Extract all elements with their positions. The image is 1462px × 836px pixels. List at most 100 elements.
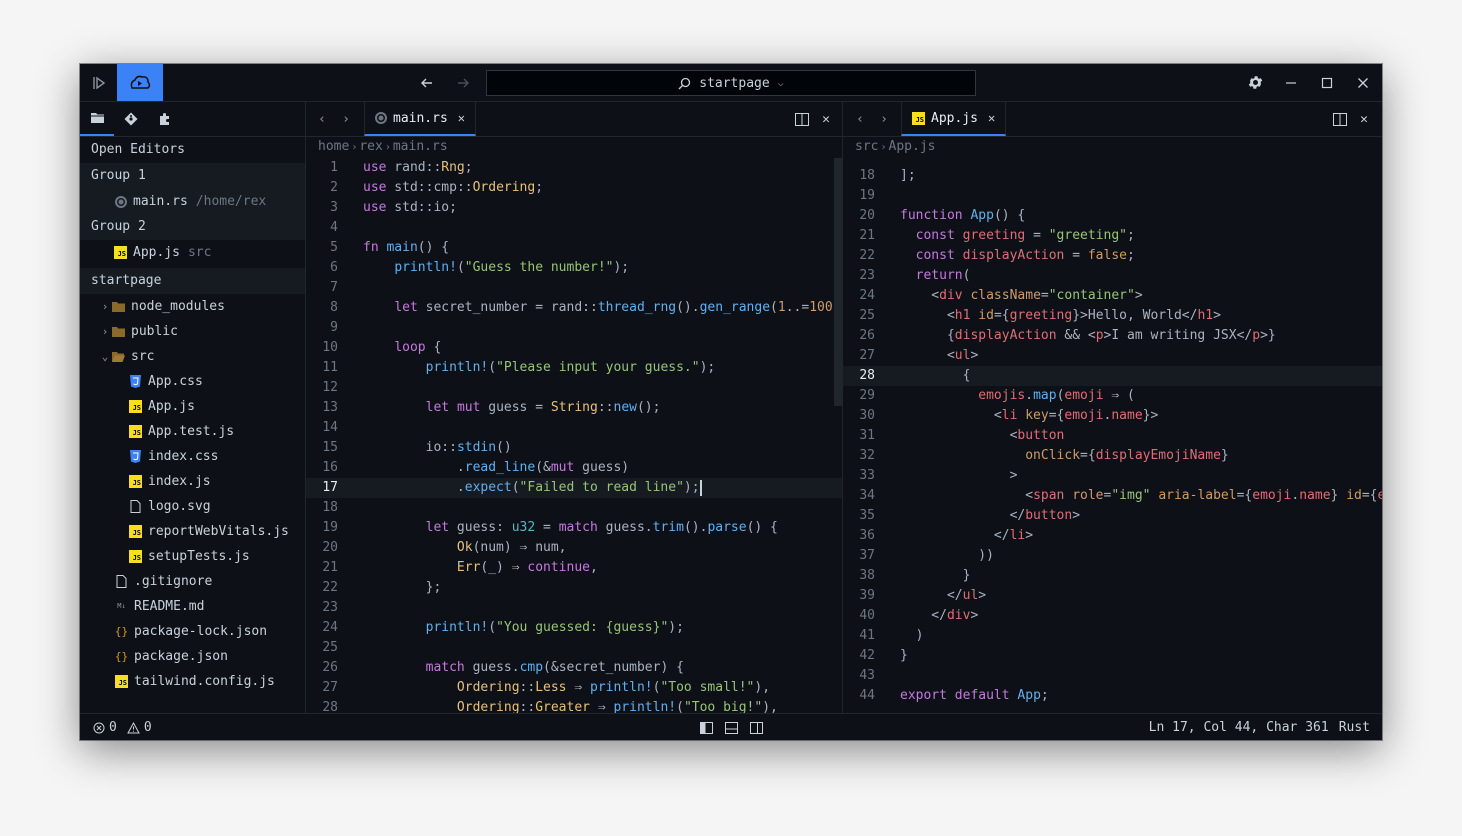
code-line[interactable]: 22 const displayAction = false; xyxy=(843,246,1382,266)
code-line[interactable]: 43 xyxy=(843,666,1382,686)
code-line[interactable]: 24 <div className="container"> xyxy=(843,286,1382,306)
code-line[interactable]: 27 <ul> xyxy=(843,346,1382,366)
tree-file-setuptests-js[interactable]: JS setupTests.js xyxy=(80,544,305,569)
code-line[interactable]: 5 fn main() { xyxy=(306,238,842,258)
code-editor[interactable]: 1 use rand::Rng; 2 use std::cmp::Ordering; 3… xyxy=(306,158,842,713)
code-line[interactable]: 4 xyxy=(306,218,842,238)
open-editors-header[interactable]: Open Editors xyxy=(80,137,305,163)
close-tab-icon[interactable]: ✕ xyxy=(988,111,995,125)
breadcrumb-item[interactable]: App.js xyxy=(889,139,936,154)
code-line[interactable]: 12 xyxy=(306,378,842,398)
tree-file-package-lock-json[interactable]: {} package-lock.json xyxy=(80,619,305,644)
forward-arrow-icon[interactable] xyxy=(452,64,474,101)
code-line[interactable]: 18]; xyxy=(843,166,1382,186)
tree-file-tailwind-config-js[interactable]: JS tailwind.config.js xyxy=(80,669,305,694)
code-line[interactable]: 27 Ordering::Less ⇒ println!("Too small!… xyxy=(306,678,842,698)
code-line[interactable]: 7 xyxy=(306,278,842,298)
toggle-bottom-dock-icon[interactable] xyxy=(725,714,738,740)
code-line[interactable]: 28 Ordering::Greater ⇒ println!("Too big… xyxy=(306,698,842,713)
code-line[interactable]: 37 )) xyxy=(843,546,1382,566)
tab-main-rs[interactable]: main.rs ✕ xyxy=(364,102,477,136)
close-tab-icon[interactable]: ✕ xyxy=(458,111,465,125)
breadcrumb-item[interactable]: main.rs xyxy=(393,139,448,154)
open-editor-app-js[interactable]: JS App.js src xyxy=(80,240,305,265)
open-editor-main-rs[interactable]: main.rs /home/rex xyxy=(80,189,305,214)
code-line[interactable]: 14 xyxy=(306,418,842,438)
tree-file-reportwebvitals-js[interactable]: JS reportWebVitals.js xyxy=(80,519,305,544)
code-line[interactable]: 20 function App() { xyxy=(843,206,1382,226)
code-line[interactable]: 1 use rand::Rng; xyxy=(306,158,842,178)
tree-file-gitignore[interactable]: .gitignore xyxy=(80,569,305,594)
code-line[interactable]: 9 xyxy=(306,318,842,338)
breadcrumb-item[interactable]: src xyxy=(855,139,878,154)
run-icon[interactable] xyxy=(80,64,117,101)
code-line[interactable]: 36 </li> xyxy=(843,526,1382,546)
split-editor-icon[interactable] xyxy=(1330,102,1350,136)
code-line[interactable]: 11 println!("Please input your guess."); xyxy=(306,358,842,378)
code-line[interactable]: 32 onClick={displayEmojiName} xyxy=(843,446,1382,466)
code-line[interactable]: 39 </ul> xyxy=(843,586,1382,606)
code-line[interactable]: 40 </div> xyxy=(843,606,1382,626)
code-line[interactable]: 24 println!("You guessed: {guess}"); xyxy=(306,618,842,638)
toggle-right-dock-icon[interactable] xyxy=(750,714,763,740)
tree-file-app-test-js[interactable]: JS App.test.js xyxy=(80,419,305,444)
code-line[interactable]: 19 let guess: u32 = match guess.trim().p… xyxy=(306,518,842,538)
code-line[interactable]: 17 .expect("Failed to read line"); xyxy=(306,478,842,498)
code-line[interactable]: 2 use std::cmp::Ordering; xyxy=(306,178,842,198)
code-line[interactable]: 25 xyxy=(306,638,842,658)
code-line[interactable]: 18 xyxy=(306,498,842,518)
maximize-icon[interactable] xyxy=(1314,64,1340,101)
extensions-tab-icon[interactable] xyxy=(148,102,182,136)
code-line[interactable]: 22 }; xyxy=(306,578,842,598)
code-line[interactable]: 23 return( xyxy=(843,266,1382,286)
tree-file-index-css[interactable]: index.css xyxy=(80,444,305,469)
breadcrumb-item[interactable]: home xyxy=(318,139,349,154)
code-line[interactable]: 16 .read_line(&mut guess) xyxy=(306,458,842,478)
code-line[interactable]: 38 } xyxy=(843,566,1382,586)
code-line[interactable]: 6 println!("Guess the number!"); xyxy=(306,258,842,278)
code-line[interactable]: 35 </button> xyxy=(843,506,1382,526)
code-line[interactable]: 21 Err(_) ⇒ continue, xyxy=(306,558,842,578)
code-line[interactable]: 34 <span role="img" aria-label={emoji.na… xyxy=(843,486,1382,506)
tree-file-readme-md[interactable]: M↓ README.md xyxy=(80,594,305,619)
code-line[interactable]: 29 emojis.map(emoji ⇒ ( xyxy=(843,386,1382,406)
code-line[interactable]: 26 match guess.cmp(&secret_number) { xyxy=(306,658,842,678)
tree-file-index-js[interactable]: JS index.js xyxy=(80,469,305,494)
tree-folder-src[interactable]: ⌄ src xyxy=(80,344,305,369)
code-line[interactable]: 3 use std::io; xyxy=(306,198,842,218)
tree-file-app-js[interactable]: JS App.js xyxy=(80,394,305,419)
group-1-header[interactable]: Group 1 xyxy=(80,163,305,189)
code-line[interactable]: 21 const greeting = "greeting"; xyxy=(843,226,1382,246)
app-logo-icon[interactable] xyxy=(117,64,163,101)
code-line[interactable]: 44 export default App; xyxy=(843,686,1382,706)
chevron-right-icon[interactable]: › xyxy=(874,102,894,136)
code-line[interactable]: 30 <li key={emoji.name}> xyxy=(843,406,1382,426)
chevron-left-icon[interactable]: ‹ xyxy=(850,102,870,136)
chevron-left-icon[interactable]: ‹ xyxy=(312,102,332,136)
back-arrow-icon[interactable] xyxy=(416,64,438,101)
language-mode[interactable]: Rust xyxy=(1339,720,1370,735)
close-icon[interactable] xyxy=(1350,64,1376,101)
code-line[interactable]: 33 > xyxy=(843,466,1382,486)
code-line[interactable]: 26 {displayAction && <p>I am writing JSX… xyxy=(843,326,1382,346)
code-line[interactable]: 31 <button xyxy=(843,426,1382,446)
code-line[interactable]: 23 xyxy=(306,598,842,618)
diagnostics-indicator[interactable]: 0 0 xyxy=(93,714,152,740)
tree-file-package-json[interactable]: {} package.json xyxy=(80,644,305,669)
explorer-tab-icon[interactable] xyxy=(80,102,114,136)
code-line[interactable]: 41 ) xyxy=(843,626,1382,646)
command-palette-input[interactable]: startpage ⌵ xyxy=(486,70,976,96)
vertical-scrollbar[interactable] xyxy=(834,158,842,406)
cursor-position[interactable]: Ln 17, Col 44, Char 361 xyxy=(1149,720,1329,735)
code-line[interactable]: 20 Ok(num) ⇒ num, xyxy=(306,538,842,558)
split-editor-icon[interactable] xyxy=(792,102,812,136)
code-line[interactable]: 19 xyxy=(843,186,1382,206)
tree-file-logo-svg[interactable]: logo.svg xyxy=(80,494,305,519)
group-2-header[interactable]: Group 2 xyxy=(80,214,305,240)
minimize-icon[interactable] xyxy=(1278,64,1304,101)
code-line[interactable]: 42} xyxy=(843,646,1382,666)
code-line[interactable]: 8 let secret_number = rand::thread_rng()… xyxy=(306,298,842,318)
project-header[interactable]: startpage xyxy=(80,268,305,294)
tree-folder-public[interactable]: › public xyxy=(80,319,305,344)
tree-folder-node-modules[interactable]: › node_modules xyxy=(80,294,305,319)
